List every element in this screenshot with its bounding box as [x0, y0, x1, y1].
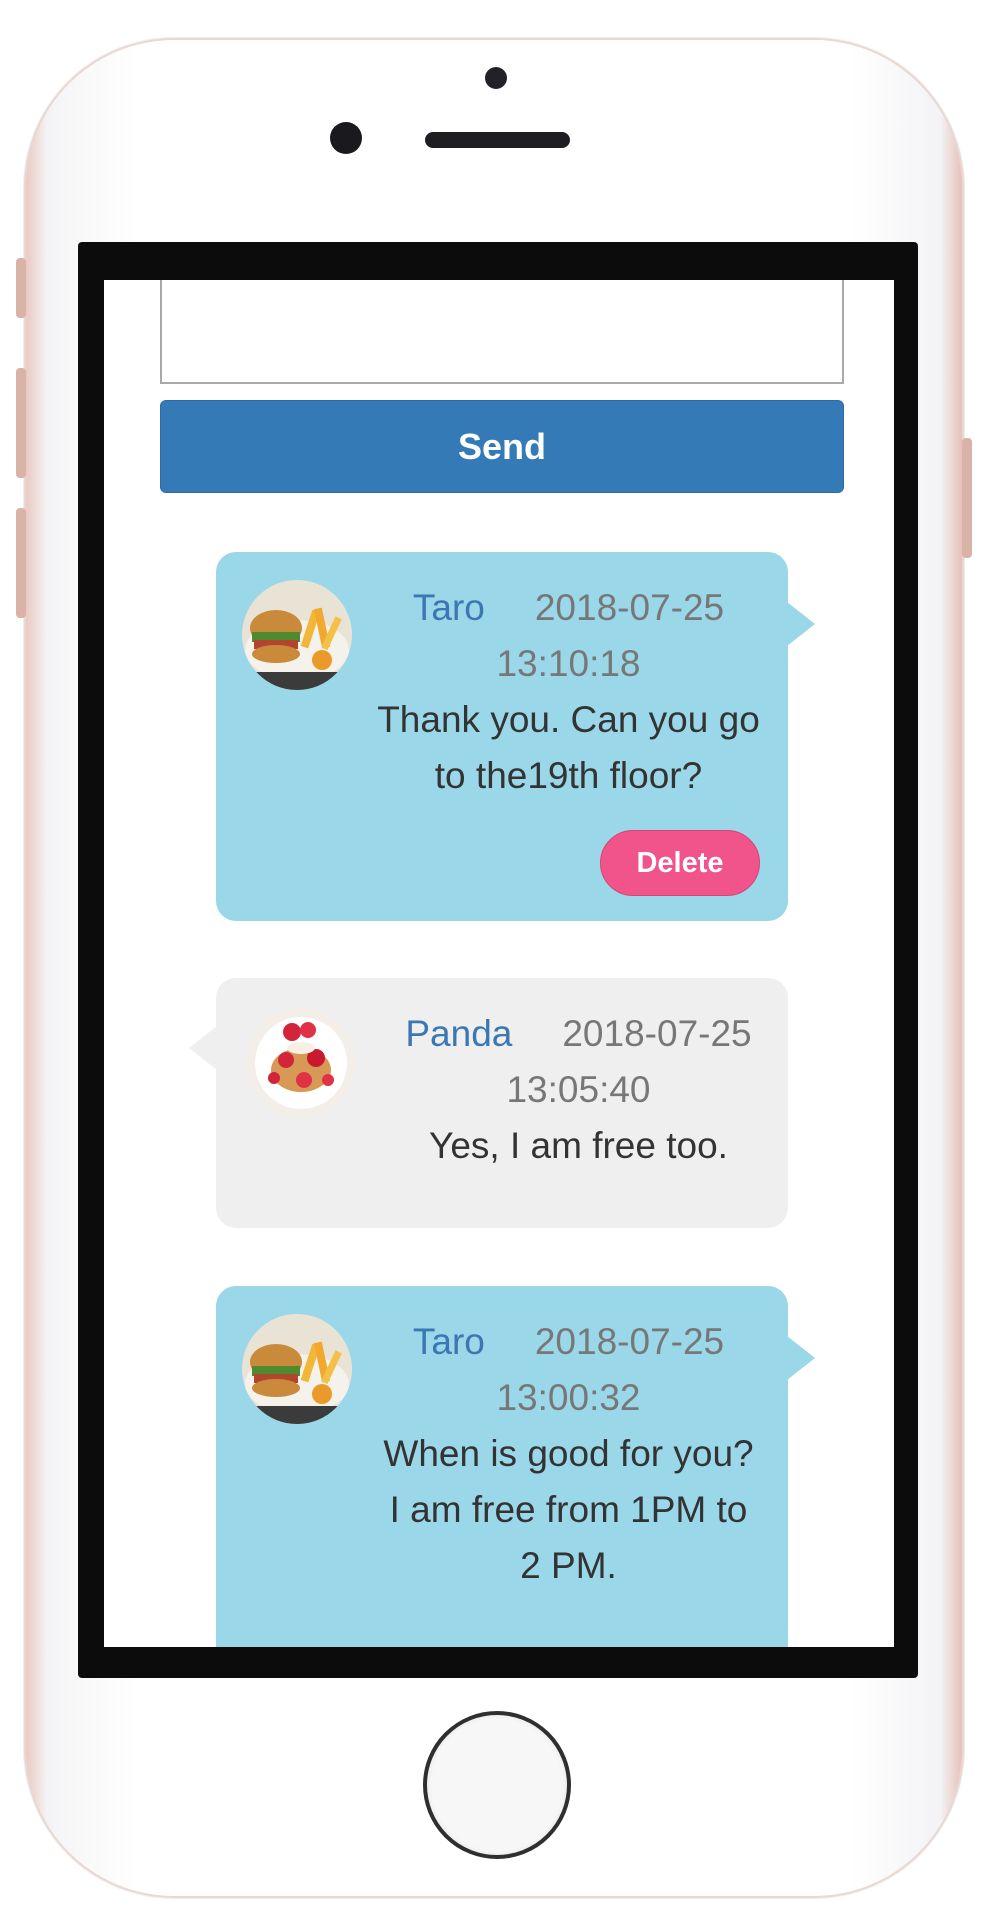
sender-name: Panda — [405, 1013, 513, 1054]
message-header: Taro 2018-07-25 — [376, 580, 761, 636]
burger-plate-avatar — [242, 1314, 352, 1424]
chat-screen: Send Taro 2018-07-25 13:10:18 Thank you. … — [104, 280, 894, 1647]
strawberry-dessert-avatar — [246, 1008, 356, 1118]
message-date: 2018-07-25 — [534, 587, 725, 628]
message-input[interactable] — [160, 280, 844, 384]
message-content: Panda 2018-07-25 13:05:40 Yes, I am free … — [381, 1006, 776, 1174]
bubble-tail — [189, 1026, 217, 1070]
mute-switch — [16, 258, 26, 318]
message-text: When is good for you? I am free from 1PM… — [383, 1433, 754, 1586]
message-date: 2018-07-25 — [562, 1013, 752, 1054]
sender-name: Taro — [412, 587, 485, 628]
front-camera-icon — [330, 122, 362, 154]
message-date: 2018-07-25 — [534, 1321, 725, 1362]
power-button — [962, 438, 972, 558]
burger-plate-avatar — [242, 580, 352, 690]
message-time: 13:10:18 — [496, 643, 641, 684]
bubble-tail — [787, 1336, 815, 1380]
volume-down-button — [16, 508, 26, 618]
message-bubble-other: Panda 2018-07-25 13:05:40 Yes, I am free … — [189, 978, 788, 1228]
message-text: Thank you. Can you go to the19th floor? — [377, 699, 760, 796]
message-header: Panda 2018-07-25 — [381, 1006, 776, 1062]
message-content: Taro 2018-07-25 13:00:32 When is good for… — [376, 1314, 761, 1594]
message-time: 13:05:40 — [506, 1069, 651, 1110]
message-bubble-own: Taro 2018-07-25 13:10:18 Thank you. Can y… — [216, 552, 815, 921]
message-content: Taro 2018-07-25 13:10:18 Thank you. Can y… — [376, 580, 761, 804]
send-button[interactable]: Send — [160, 400, 844, 493]
earpiece-speaker — [425, 132, 570, 148]
message-text: Yes, I am free too. — [429, 1125, 728, 1166]
bubble-tail — [787, 602, 815, 646]
home-button[interactable] — [423, 1711, 571, 1859]
volume-up-button — [16, 368, 26, 478]
message-time: 13:00:32 — [496, 1377, 641, 1418]
message-header: Taro 2018-07-25 — [376, 1314, 761, 1370]
proximity-sensor — [485, 67, 507, 89]
sender-name: Taro — [412, 1321, 485, 1362]
delete-button[interactable]: Delete — [600, 830, 760, 896]
message-bubble-own: Taro 2018-07-25 13:00:32 When is good for… — [216, 1286, 815, 1647]
